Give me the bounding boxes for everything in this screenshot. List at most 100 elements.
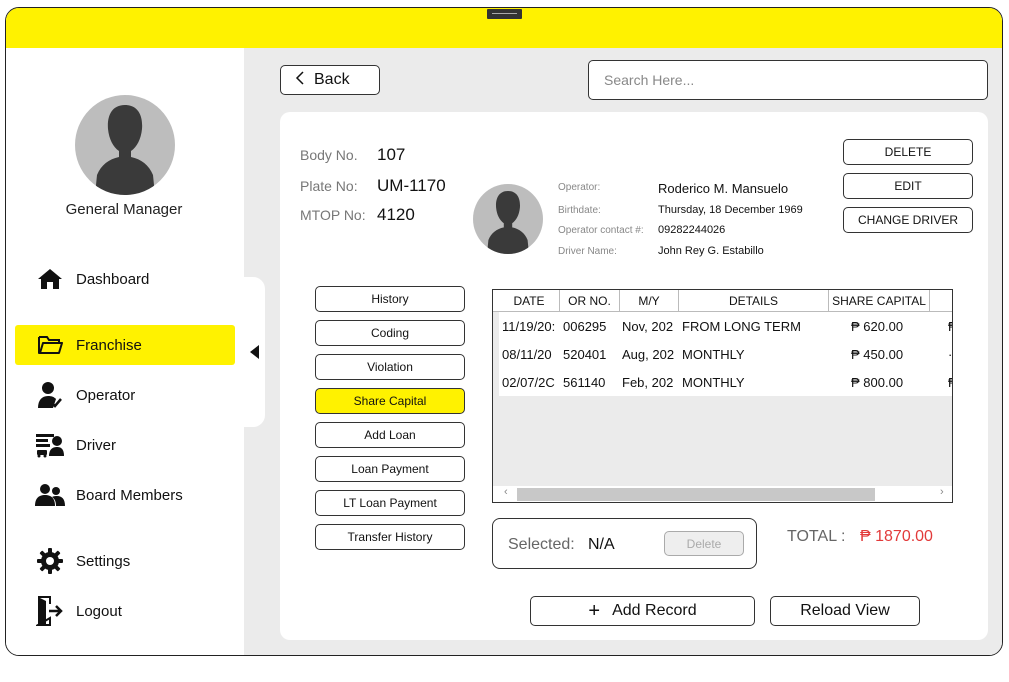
- chevron-left-icon: [295, 70, 304, 90]
- horizontal-scrollbar[interactable]: ‹ ›: [493, 486, 952, 502]
- operator-avatar: [473, 184, 543, 254]
- column-header-my[interactable]: M/Y: [620, 290, 679, 312]
- driver-icon: [35, 430, 65, 460]
- column-header-date[interactable]: DATE: [499, 290, 560, 312]
- nav-dashboard-label: Dashboard: [76, 270, 150, 288]
- cell-my: Feb, 202: [622, 374, 674, 390]
- nav-board-members-label: Board Members: [76, 486, 183, 504]
- cell-my: Nov, 202: [622, 318, 674, 334]
- table-row[interactable]: 11/19/20: 006295 Nov, 202 FROM LONG TERM…: [499, 312, 952, 340]
- total-label: TOTAL :: [787, 528, 846, 545]
- delete-button[interactable]: DELETE: [843, 139, 973, 165]
- cell-share-capital: ₱ 450.00: [851, 346, 904, 362]
- nav-logout[interactable]: Logout: [15, 591, 235, 631]
- plate-no-label: Plate No:: [300, 178, 358, 194]
- cell-date: 08/11/20: [502, 346, 552, 362]
- cell-share-capital: ₱ 800.00: [851, 374, 904, 390]
- selection-panel: Selected: N/A Delete: [492, 518, 757, 569]
- table-row[interactable]: 02/07/2C 561140 Feb, 202 MONTHLY ₱ 800.0…: [499, 368, 952, 396]
- operator-label: Operator:: [558, 182, 601, 193]
- nav-franchise[interactable]: Franchise: [15, 325, 235, 365]
- tab-transfer-history[interactable]: Transfer History: [315, 524, 465, 550]
- tab-lt-loan-payment[interactable]: LT Loan Payment: [315, 490, 465, 516]
- user-avatar: [75, 95, 175, 195]
- nav-operator-label: Operator: [76, 386, 136, 404]
- cell-overflow: ·: [948, 346, 953, 362]
- cell-overflow: ₱: [948, 368, 952, 396]
- nav-dashboard[interactable]: Dashboard: [15, 259, 235, 299]
- tab-coding[interactable]: Coding: [315, 320, 465, 346]
- cell-details: MONTHLY: [682, 346, 745, 362]
- scroll-left-icon[interactable]: ‹: [504, 486, 508, 498]
- table-body: 11/19/20: 006295 Nov, 202 FROM LONG TERM…: [499, 312, 953, 396]
- scroll-right-icon[interactable]: ›: [940, 486, 944, 498]
- nav-settings[interactable]: Settings: [15, 541, 235, 581]
- table-header: DATE OR NO. M/Y DETAILS SHARE CAPITAL: [493, 290, 952, 312]
- cell-details: FROM LONG TERM: [682, 318, 801, 334]
- cell-share-capital: ₱ 620.00: [851, 318, 904, 334]
- body-no-value: 107: [377, 145, 406, 164]
- column-header-share-capital[interactable]: SHARE CAPITAL: [829, 290, 930, 312]
- contact-label: Operator contact #:: [558, 225, 644, 236]
- users-icon: [35, 480, 65, 510]
- cell-date: 11/19/20:: [502, 318, 556, 334]
- change-driver-button[interactable]: CHANGE DRIVER: [843, 207, 973, 233]
- nav-driver-label: Driver: [76, 436, 116, 454]
- total-value: ₱ 1870.00: [860, 528, 933, 545]
- birthdate-label: Birthdate:: [558, 205, 601, 216]
- operator-value: Roderico M. Mansuelo: [658, 181, 789, 196]
- back-button-label: Back: [314, 71, 350, 88]
- search-input[interactable]: [588, 60, 988, 100]
- driver-name-label: Driver Name:: [558, 246, 617, 257]
- mtop-no-value: 4120: [377, 205, 415, 224]
- nav-settings-label: Settings: [76, 552, 131, 570]
- edit-button[interactable]: EDIT: [843, 173, 973, 199]
- tab-share-capital[interactable]: Share Capital: [315, 388, 465, 414]
- reload-view-button[interactable]: Reload View: [770, 596, 920, 626]
- scrollbar-thumb[interactable]: [517, 488, 875, 501]
- birthdate-value: Thursday, 18 December 1969: [658, 204, 803, 216]
- nav-board-members[interactable]: Board Members: [15, 475, 235, 515]
- tab-violation[interactable]: Violation: [315, 354, 465, 380]
- nav-franchise-label: Franchise: [76, 336, 142, 354]
- cell-or-no: 006295: [563, 318, 607, 334]
- nav-operator[interactable]: Operator: [15, 375, 235, 415]
- selected-label: Selected:: [508, 536, 575, 553]
- cell-date: 02/07/2C: [502, 374, 555, 390]
- share-capital-table: DATE OR NO. M/Y DETAILS SHARE CAPITAL 11…: [492, 289, 953, 503]
- nav-driver[interactable]: Driver: [15, 425, 235, 465]
- cell-overflow: ₱: [948, 312, 952, 340]
- selected-value: N/A: [588, 536, 615, 553]
- back-button[interactable]: Back: [280, 65, 380, 95]
- table-row[interactable]: 08/11/20 520401 Aug, 202 MONTHLY ₱ 450.0…: [499, 340, 953, 368]
- cell-details: MONTHLY: [682, 374, 745, 390]
- gear-icon: [35, 546, 65, 576]
- window-grip-handle[interactable]: [487, 9, 522, 19]
- collapse-arrow-icon[interactable]: [250, 345, 259, 359]
- tab-loan-payment[interactable]: Loan Payment: [315, 456, 465, 482]
- nav-logout-label: Logout: [76, 602, 122, 620]
- mtop-no-label: MTOP No:: [300, 207, 366, 223]
- person-silhouette-icon: [487, 191, 529, 254]
- folder-open-icon: [35, 330, 65, 360]
- body-no-label: Body No.: [300, 147, 358, 163]
- tab-history[interactable]: History: [315, 286, 465, 312]
- top-bar: [6, 8, 1002, 48]
- add-record-button[interactable]: + Add Record: [530, 596, 755, 626]
- driver-name-value: John Rey G. Estabillo: [658, 245, 764, 257]
- column-header-details[interactable]: DETAILS: [679, 290, 829, 312]
- home-icon: [35, 264, 65, 294]
- cell-or-no: 561140: [563, 374, 606, 390]
- delete-selected-button[interactable]: Delete: [664, 531, 744, 556]
- contact-value: 09282244026: [658, 224, 726, 236]
- plate-no-value: UM-1170: [377, 176, 446, 195]
- add-record-label: Add Record: [612, 602, 697, 619]
- user-check-icon: [35, 380, 65, 410]
- logout-icon: [35, 596, 65, 626]
- tab-add-loan[interactable]: Add Loan: [315, 422, 465, 448]
- cell-or-no: 520401: [563, 346, 607, 362]
- column-header-or-no[interactable]: OR NO.: [560, 290, 620, 312]
- plus-icon: +: [588, 599, 601, 622]
- user-role: General Manager: [65, 201, 183, 218]
- cell-my: Aug, 202: [622, 346, 675, 362]
